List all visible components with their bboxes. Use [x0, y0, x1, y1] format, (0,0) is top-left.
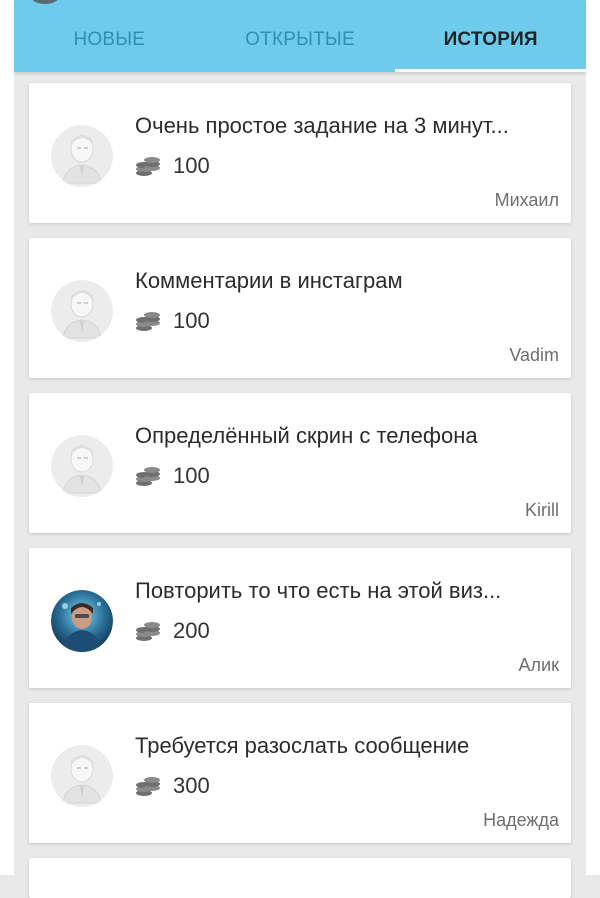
tab-new[interactable]: НОВЫЕ — [14, 0, 205, 72]
task-card[interactable]: Требуется разослать сообщение 300 Надежд… — [29, 703, 571, 843]
task-card[interactable]: Определённый скрин с телефона 100 Kirill — [29, 393, 571, 533]
task-reward: 100 — [135, 153, 210, 179]
task-title: Комментарии в инстаграм — [135, 268, 403, 293]
coin-stack-icon — [136, 777, 160, 796]
task-card-partial[interactable] — [29, 858, 571, 898]
placeholder-avatar-icon — [51, 435, 113, 497]
task-reward: 100 — [135, 308, 210, 334]
task-author: Надежда — [483, 810, 559, 830]
coin-stack-icon — [136, 312, 160, 331]
task-card[interactable]: Комментарии в инстаграм 100 Vadim — [29, 238, 571, 378]
task-title: Повторить то что есть на этой виз... — [135, 578, 502, 603]
task-author: Vadim — [509, 345, 559, 365]
task-title: Требуется разослать сообщение — [135, 733, 470, 758]
screen-edge-right — [586, 0, 600, 875]
task-card[interactable]: Очень простое задание на 3 минут... 100 … — [29, 83, 571, 223]
placeholder-avatar-icon — [51, 745, 113, 807]
reward-amount: 300 — [173, 773, 210, 798]
tab-bar: НОВЫЕ ОТКРЫТЫЕ ИСТОРИЯ — [14, 0, 586, 72]
task-title: Определённый скрин с телефона — [135, 423, 478, 448]
tab-history[interactable]: ИСТОРИЯ — [395, 0, 586, 72]
tab-open[interactable]: ОТКРЫТЫЕ — [205, 0, 396, 72]
coin-stack-icon — [136, 622, 160, 641]
coin-stack-icon — [136, 157, 160, 176]
task-author: Алик — [518, 655, 559, 675]
placeholder-avatar-icon — [51, 125, 113, 187]
task-reward: 100 — [135, 463, 210, 489]
task-reward: 300 — [135, 773, 210, 799]
task-author: Kirill — [525, 500, 559, 520]
screen-edge-left — [0, 0, 14, 875]
task-title: Очень простое задание на 3 минут... — [135, 113, 509, 138]
coin-stack-icon — [136, 467, 160, 486]
reward-amount: 100 — [173, 308, 210, 333]
reward-amount: 200 — [173, 618, 210, 643]
reward-amount: 100 — [173, 463, 210, 488]
task-author: Михаил — [494, 190, 559, 210]
task-card[interactable]: Повторить то что есть на этой виз... 200… — [29, 548, 571, 688]
reward-amount: 100 — [173, 153, 210, 178]
placeholder-avatar-icon — [51, 280, 113, 342]
task-reward: 200 — [135, 618, 210, 644]
user-photo-avatar — [51, 590, 113, 652]
